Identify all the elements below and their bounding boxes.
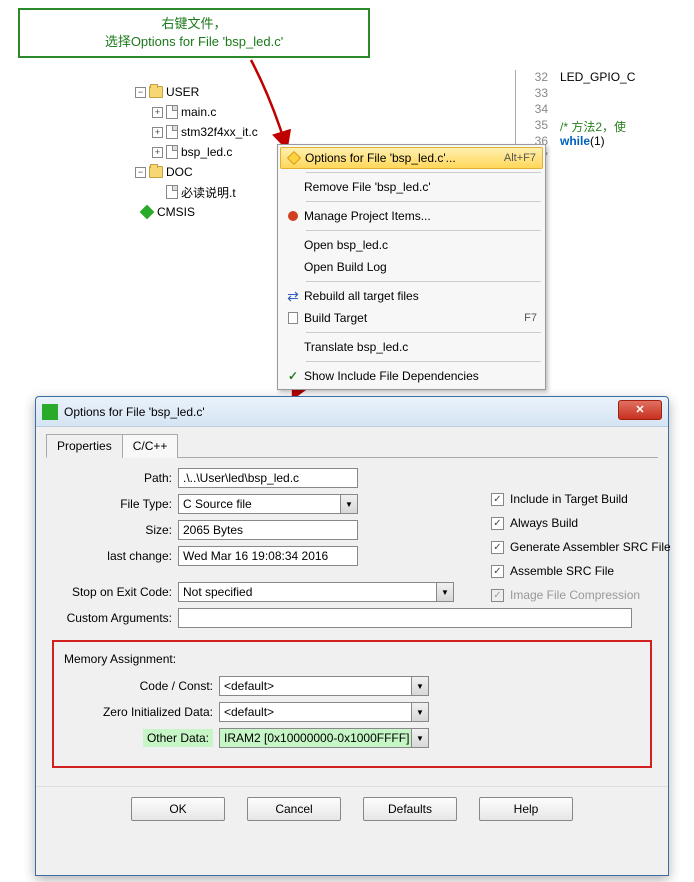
mem-zero-label: Zero Initialized Data:	[64, 705, 219, 719]
tab-strip: Properties C/C++	[46, 433, 658, 458]
file-icon	[166, 125, 178, 139]
lastchange-label: last change:	[46, 549, 178, 563]
lastchange-field	[178, 546, 358, 566]
tree-file-main[interactable]: +main.c	[135, 102, 285, 122]
file-icon	[166, 145, 178, 159]
menu-sep	[306, 332, 541, 333]
chk-assemble[interactable]: ✓	[491, 565, 504, 578]
memory-assignment-group: Memory Assignment: Code / Const:<default…	[52, 640, 652, 768]
chevron-down-icon: ▼	[411, 729, 428, 747]
mem-code-label: Code / Const:	[64, 679, 219, 693]
chk-include[interactable]: ✓	[491, 493, 504, 506]
mem-code-select[interactable]: <default>▼	[219, 676, 429, 696]
close-button[interactable]: ✕	[618, 400, 662, 420]
stopexit-label: Stop on Exit Code:	[46, 585, 178, 599]
tab-cpp[interactable]: C/C++	[122, 434, 179, 458]
menu-rebuild[interactable]: ⇄Rebuild all target files	[278, 285, 545, 307]
menu-sep	[306, 281, 541, 282]
tree-doc-folder[interactable]: −DOC	[135, 162, 285, 182]
mem-zero-select[interactable]: <default>▼	[219, 702, 429, 722]
app-icon	[42, 404, 58, 420]
file-icon	[166, 185, 178, 199]
chevron-down-icon: ▼	[411, 677, 428, 695]
chevron-down-icon: ▼	[436, 583, 453, 601]
defaults-button[interactable]: Defaults	[363, 797, 457, 821]
menu-translate[interactable]: Translate bsp_led.c	[278, 336, 545, 358]
file-icon	[166, 105, 178, 119]
menu-options-for-file[interactable]: Options for File 'bsp_led.c'...Alt+F7	[280, 147, 543, 169]
menu-remove-file[interactable]: Remove File 'bsp_led.c'	[278, 176, 545, 198]
custom-args-field[interactable]	[178, 608, 632, 628]
menu-manage-items[interactable]: Manage Project Items...	[278, 205, 545, 227]
ok-button[interactable]: OK	[131, 797, 225, 821]
options-dialog: Options for File 'bsp_led.c' ✕ Propertie…	[35, 396, 669, 876]
context-menu: Options for File 'bsp_led.c'...Alt+F7 Re…	[277, 144, 546, 390]
chk-always[interactable]: ✓	[491, 517, 504, 530]
chevron-down-icon: ▼	[411, 703, 428, 721]
titlebar: Options for File 'bsp_led.c' ✕	[36, 397, 668, 427]
wrench-icon	[287, 151, 301, 165]
checkbox-column: ✓Include in Target Build ✓Always Build ✓…	[491, 487, 691, 607]
tree-file-stm32[interactable]: +stm32f4xx_it.c	[135, 122, 285, 142]
filetype-label: File Type:	[46, 497, 178, 511]
path-label: Path:	[46, 471, 178, 485]
folder-icon	[149, 166, 163, 178]
tree-file-bsp[interactable]: +bsp_led.c	[135, 142, 285, 162]
rebuild-icon: ⇄	[287, 288, 299, 305]
manage-icon	[288, 211, 298, 221]
chk-img-compress: ✓	[491, 589, 504, 602]
callout-line2: 选择Options for File 'bsp_led.c'	[105, 33, 283, 51]
mem-other-label: Other Data:	[143, 729, 213, 747]
menu-sep	[306, 201, 541, 202]
menu-build-log[interactable]: Open Build Log	[278, 256, 545, 278]
path-field[interactable]	[178, 468, 358, 488]
tree-file-readme[interactable]: 必读说明.t	[135, 182, 285, 202]
tree-cmsis[interactable]: CMSIS	[135, 202, 285, 222]
check-icon: ✓	[288, 369, 298, 383]
callout-box: 右键文件， 选择Options for File 'bsp_led.c'	[18, 8, 370, 58]
filetype-select[interactable]: C Source file▼	[178, 494, 358, 514]
diamond-icon	[140, 205, 155, 220]
menu-build-target[interactable]: Build TargetF7	[278, 307, 545, 329]
memory-title: Memory Assignment:	[64, 652, 640, 666]
callout-line1: 右键文件，	[161, 15, 226, 33]
menu-sep	[306, 230, 541, 231]
tab-properties[interactable]: Properties	[46, 434, 123, 458]
chk-gen-asm[interactable]: ✓	[491, 541, 504, 554]
project-tree: −USER +main.c +stm32f4xx_it.c +bsp_led.c…	[135, 82, 285, 222]
chevron-down-icon: ▼	[340, 495, 357, 513]
mem-other-select[interactable]: IRAM2 [0x10000000-0x1000FFFF]▼	[219, 728, 429, 748]
dialog-buttons: OK Cancel Defaults Help	[36, 786, 668, 831]
custom-label: Custom Arguments:	[46, 611, 178, 625]
cancel-button[interactable]: Cancel	[247, 797, 341, 821]
tree-user-folder[interactable]: −USER	[135, 82, 285, 102]
help-button[interactable]: Help	[479, 797, 573, 821]
size-field	[178, 520, 358, 540]
folder-icon	[149, 86, 163, 98]
build-icon	[288, 312, 298, 324]
menu-sep	[306, 361, 541, 362]
menu-open-file[interactable]: Open bsp_led.c	[278, 234, 545, 256]
dialog-title: Options for File 'bsp_led.c'	[64, 405, 618, 419]
menu-sep	[306, 172, 541, 173]
menu-show-includes[interactable]: ✓Show Include File Dependencies	[278, 365, 545, 387]
stopexit-select[interactable]: Not specified▼	[178, 582, 454, 602]
size-label: Size:	[46, 523, 178, 537]
